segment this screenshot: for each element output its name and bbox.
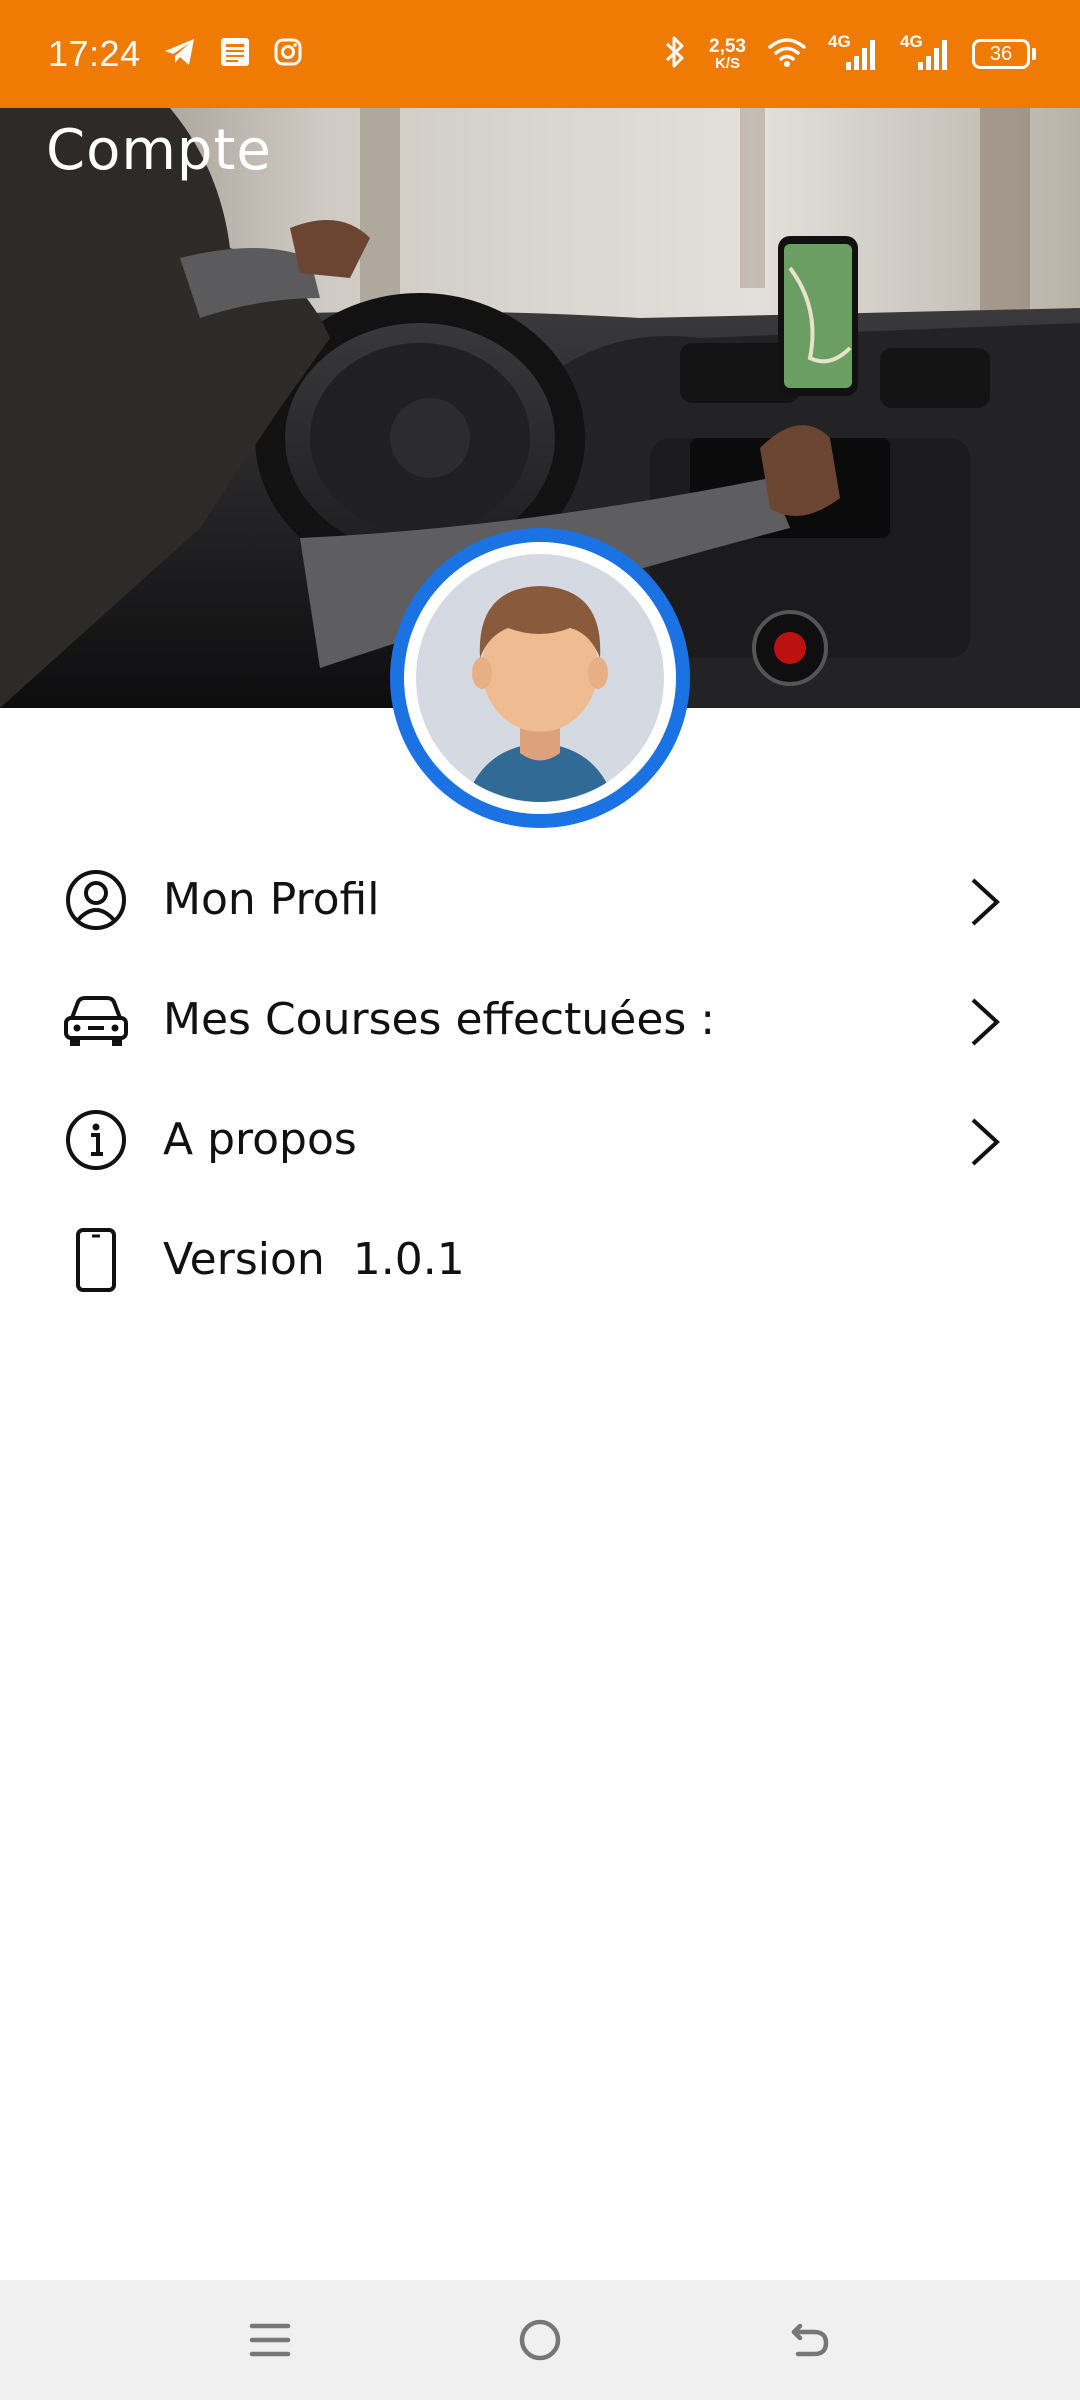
network-speed: 2,53 K/S [709,36,746,72]
menu-item-version: Version 1.0.1 [0,1200,1080,1320]
bluetooth-icon [663,35,687,73]
phone-icon [60,1228,132,1292]
home-icon[interactable] [510,2310,570,2370]
instagram-icon [273,37,303,71]
menu-item-label: Mon Profil [163,874,380,925]
menu-item-profile[interactable]: Mon Profil [0,840,1080,960]
page-title: Compte [46,118,272,183]
telegram-icon [163,37,197,71]
menu-item-about[interactable]: A propos [0,1080,1080,1200]
battery-icon: 36 [972,39,1036,69]
menu-icon[interactable] [240,2310,300,2370]
signal-icon: 4G [828,32,878,74]
menu-item-rides[interactable]: Mes Courses effectuées : [0,960,1080,1080]
signal-icon-2: 4G [900,32,950,74]
app-version: Version 1.0.1 [163,1234,465,1285]
user-circle-icon [60,868,132,932]
system-nav-bar [0,2280,1080,2400]
news-icon [219,36,251,72]
status-time: 17:24 [48,33,141,74]
account-screen: 17:24 2,53 K/S 4G 4G 36 Compte Mon Profi… [0,0,1080,2400]
account-menu: Mon Profil Mes Courses effectuées : A pr… [0,840,1080,1320]
menu-item-label: Mes Courses effectuées : [163,994,716,1045]
wifi-icon [768,36,806,72]
avatar[interactable] [390,528,690,828]
car-icon [60,988,132,1052]
back-icon[interactable] [780,2310,840,2370]
chevron-right-icon [965,876,1005,928]
info-icon [60,1108,132,1172]
chevron-right-icon [965,996,1005,1048]
status-bar: 17:24 2,53 K/S 4G 4G 36 [0,0,1080,108]
chevron-right-icon [965,1116,1005,1168]
menu-item-label: A propos [163,1114,357,1165]
